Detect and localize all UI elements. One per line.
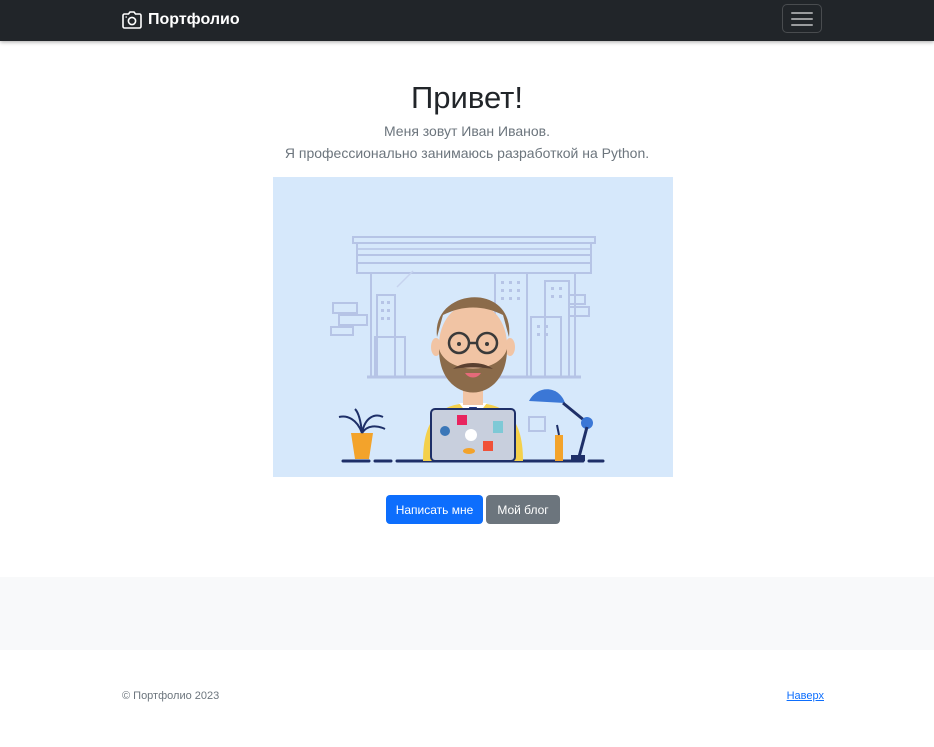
- my-blog-button[interactable]: Мой блог: [486, 495, 560, 524]
- hero-lead-line2: Я профессионально занимаюсь разработкой …: [284, 145, 650, 161]
- gray-section: [0, 577, 934, 650]
- navbar: Портфолио: [0, 0, 934, 41]
- brand-text: Портфолио: [148, 11, 240, 28]
- navbar-toggler-button[interactable]: [782, 4, 822, 33]
- brand-link[interactable]: Портфолио: [122, 9, 240, 31]
- camera-icon: [122, 11, 142, 29]
- hero-illustration: [273, 177, 673, 477]
- hero-title: Привет!: [411, 80, 523, 115]
- hero-lead-line1: Меня зовут Иван Иванов.: [383, 123, 550, 139]
- back-to-top-link[interactable]: Наверх: [787, 688, 824, 704]
- footer-copyright: © Портфолио 2023: [122, 690, 220, 702]
- hamburger-menu-icon: [791, 11, 813, 26]
- contact-me-button[interactable]: Написать мне: [386, 495, 483, 524]
- developer-illustration: [330, 236, 605, 463]
